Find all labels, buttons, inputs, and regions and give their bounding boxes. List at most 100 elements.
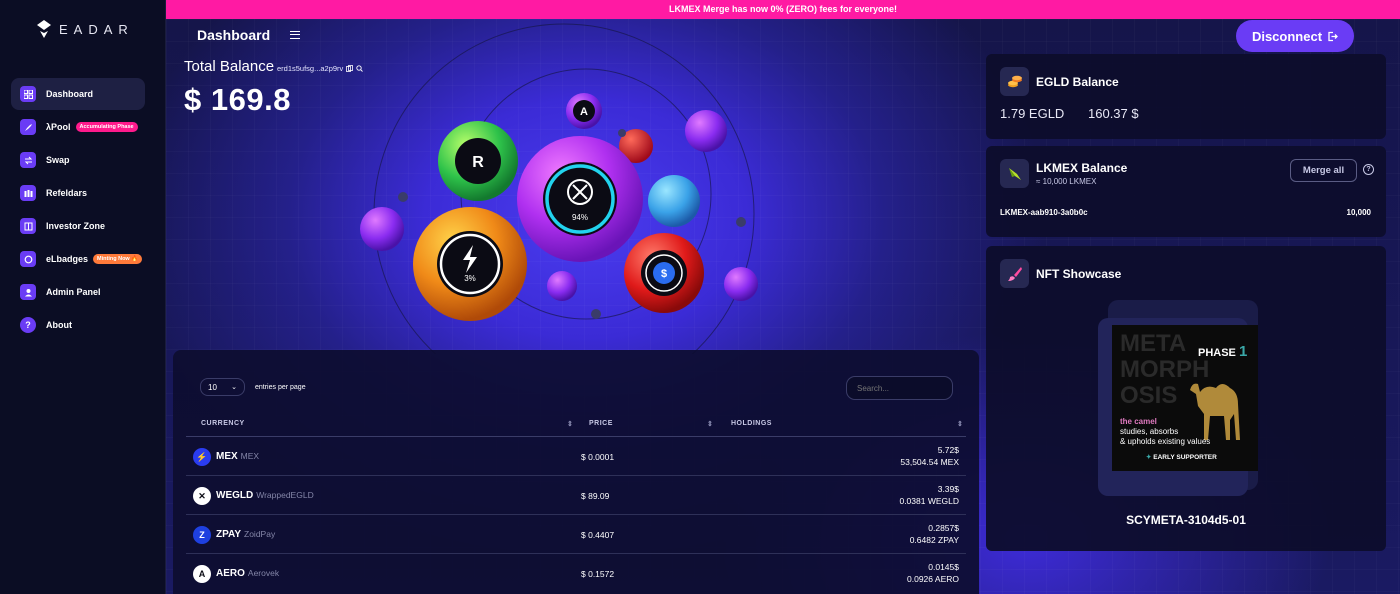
- nft-image: META MORPH OSIS PHASE 1 the camel studie…: [1112, 325, 1258, 471]
- bubble-violet-bottom: [547, 271, 577, 301]
- holdings-table-card: 10 ⌄ entries per page CURRENCY ⇕ PRICE ⇕…: [173, 350, 979, 594]
- table-row[interactable]: Z ZPAY ZoidPay $ 0.4407 0.2857$ 0.6482 ZPA…: [186, 515, 966, 554]
- page-title: Dashboard: [197, 27, 271, 43]
- bubble-blue: [648, 175, 700, 227]
- logo[interactable]: EADAR: [37, 20, 134, 38]
- help-icon[interactable]: ?: [1363, 164, 1374, 175]
- brush-icon: [1000, 259, 1029, 288]
- holdings-amount: 53,504.54 MEX: [900, 457, 959, 467]
- sort-icon[interactable]: ⇕: [957, 420, 963, 428]
- zpay-icon: Z: [193, 526, 211, 544]
- sidebar-item-lpool[interactable]: λPool Accumulating Phase: [11, 111, 145, 143]
- sidebar-item-label: Swap: [46, 155, 70, 165]
- sidebar: EADAR Dashboard λPool Accumulating Phase…: [0, 0, 166, 594]
- entries-label: entries per page: [255, 383, 306, 391]
- sidebar-item-label: eLbadges: [46, 254, 89, 264]
- egld-amount: 1.79 EGLD: [1000, 106, 1065, 121]
- logo-text: EADAR: [59, 21, 134, 37]
- search-input[interactable]: [846, 376, 953, 400]
- wallet-address-text: erd1s5ufsg...a2p9rv: [277, 64, 344, 73]
- dot-dark-2: [618, 129, 626, 137]
- coin-fullname: ZoidPay: [244, 529, 276, 539]
- coin-name: AERO Aerovek: [216, 568, 279, 579]
- dot-dark-3: [736, 217, 746, 227]
- sidebar-nav: Dashboard λPool Accumulating Phase Swap …: [11, 78, 145, 342]
- table-row[interactable]: ⚡ MEX MEX $ 0.0001 5.72$ 53,504.54 MEX: [186, 437, 966, 476]
- egld-percent: 94%: [572, 213, 588, 222]
- nft-card[interactable]: META MORPH OSIS PHASE 1 the camel studie…: [1098, 300, 1258, 496]
- users-icon: [20, 185, 36, 201]
- nft-art-caption: the camel studies, absorbs & upholds exi…: [1120, 417, 1210, 447]
- accumulating-badge: Accumulating Phase: [75, 122, 138, 132]
- nft-showcase-panel: NFT Showcase META MORPH OSIS PHASE 1 the…: [986, 246, 1386, 551]
- building-icon: [20, 218, 36, 234]
- sidebar-item-refeldars[interactable]: Refeldars: [11, 177, 145, 209]
- total-balance-label: Total Balance: [184, 58, 275, 75]
- sidebar-item-label: Dashboard: [46, 89, 94, 99]
- sidebar-item-dashboard[interactable]: Dashboard: [11, 78, 145, 110]
- minting-badge: Minting Now 🔥: [93, 254, 143, 264]
- entries-select[interactable]: 10 ⌄: [200, 378, 245, 396]
- holdings-amount: 0.0926 AERO: [907, 574, 959, 584]
- egld-balance-title: EGLD Balance: [1036, 75, 1119, 89]
- logout-icon: [1328, 31, 1338, 41]
- holdings-usd: 5.72$: [937, 445, 959, 455]
- holdings-usd: 3.39$: [937, 484, 959, 494]
- nft-art-phase-label: PHASE: [1198, 347, 1236, 359]
- sidebar-item-about[interactable]: ? About: [11, 309, 145, 341]
- table-row[interactable]: A AERO Aerovek $ 0.1572 0.0145$ 0.0926 AER…: [186, 554, 966, 593]
- aero-icon: A: [193, 565, 211, 583]
- reef-symbol-icon: R: [472, 154, 484, 171]
- sidebar-item-label: Investor Zone: [46, 221, 106, 231]
- coin-holdings: 0.2857$ 0.6482 ZPAY: [910, 522, 959, 546]
- coin-fullname: MEX: [240, 451, 260, 461]
- header-currency[interactable]: CURRENCY: [201, 420, 245, 427]
- disconnect-button[interactable]: Disconnect: [1236, 20, 1354, 52]
- header-price[interactable]: PRICE: [589, 420, 613, 427]
- aero-symbol-icon: A: [580, 106, 588, 118]
- bubble-violet-top-right: [685, 110, 727, 152]
- holdings-usd: 0.0145$: [928, 562, 959, 572]
- bubble-violet-left: [360, 207, 404, 251]
- header-holdings[interactable]: HOLDINGS: [731, 420, 772, 427]
- coin-name: WEGLD WrappedEGLD: [216, 490, 314, 501]
- sidebar-item-admin-panel[interactable]: Admin Panel: [11, 276, 145, 308]
- sidebar-item-elbadges[interactable]: eLbadges Minting Now 🔥: [11, 243, 145, 275]
- sidebar-item-label: λPool: [46, 122, 71, 132]
- entries-control: 10 ⌄ entries per page: [200, 378, 306, 396]
- nft-name: SCYMETA-3104d5-01: [1126, 513, 1246, 527]
- badge-icon: [20, 251, 36, 267]
- table-row[interactable]: ✕ WEGLD WrappedEGLD $ 89.09 3.39$ 0.0381 W…: [186, 476, 966, 515]
- menu-icon[interactable]: [290, 31, 300, 39]
- coin-fullname: WrappedEGLD: [256, 490, 314, 500]
- total-balance-value: $ 169.8: [184, 82, 291, 117]
- dashboard-icon: [20, 86, 36, 102]
- lkmex-balance-title: LKMEX Balance: [1036, 161, 1128, 175]
- sidebar-item-label: About: [46, 320, 72, 330]
- sidebar-item-investor-zone[interactable]: Investor Zone: [11, 210, 145, 242]
- logo-icon: [37, 20, 51, 38]
- coin-price: $ 0.0001: [581, 452, 615, 462]
- coin-holdings: 5.72$ 53,504.54 MEX: [900, 444, 959, 468]
- main-area: Dashboard Total Balance erd1s5ufsg...a2p…: [166, 19, 1400, 594]
- chevron-down-icon: ⌄: [231, 384, 237, 391]
- question-icon: ?: [20, 317, 36, 333]
- nft-art-phase: PHASE 1: [1198, 343, 1247, 360]
- coin-price: $ 89.09: [581, 491, 610, 501]
- lkmex-token-id: LKMEX-aab910-3a0b0c: [1000, 208, 1088, 217]
- swap-icon: [20, 152, 36, 168]
- holdings-amount: 0.6482 ZPAY: [909, 535, 959, 545]
- coin-symbol: ZPAY: [216, 529, 242, 540]
- bubble-violet-right: [724, 267, 758, 301]
- sidebar-item-label: Refeldars: [46, 188, 88, 198]
- nft-art-footer-text: EARLY SUPPORTER: [1153, 454, 1217, 461]
- sort-icon[interactable]: ⇕: [707, 420, 713, 428]
- wegld-icon: ✕: [193, 487, 211, 505]
- announcement-banner: LKMEX Merge has now 0% (ZERO) fees for e…: [166, 0, 1400, 19]
- coin-holdings: 0.0145$ 0.0926 AERO: [907, 561, 959, 585]
- sidebar-item-swap[interactable]: Swap: [11, 144, 145, 176]
- sort-icon[interactable]: ⇕: [567, 420, 573, 428]
- merge-all-button[interactable]: Merge all: [1290, 159, 1357, 182]
- coin-name: ZPAY ZoidPay: [216, 529, 275, 540]
- coin-symbol: AERO: [216, 568, 245, 579]
